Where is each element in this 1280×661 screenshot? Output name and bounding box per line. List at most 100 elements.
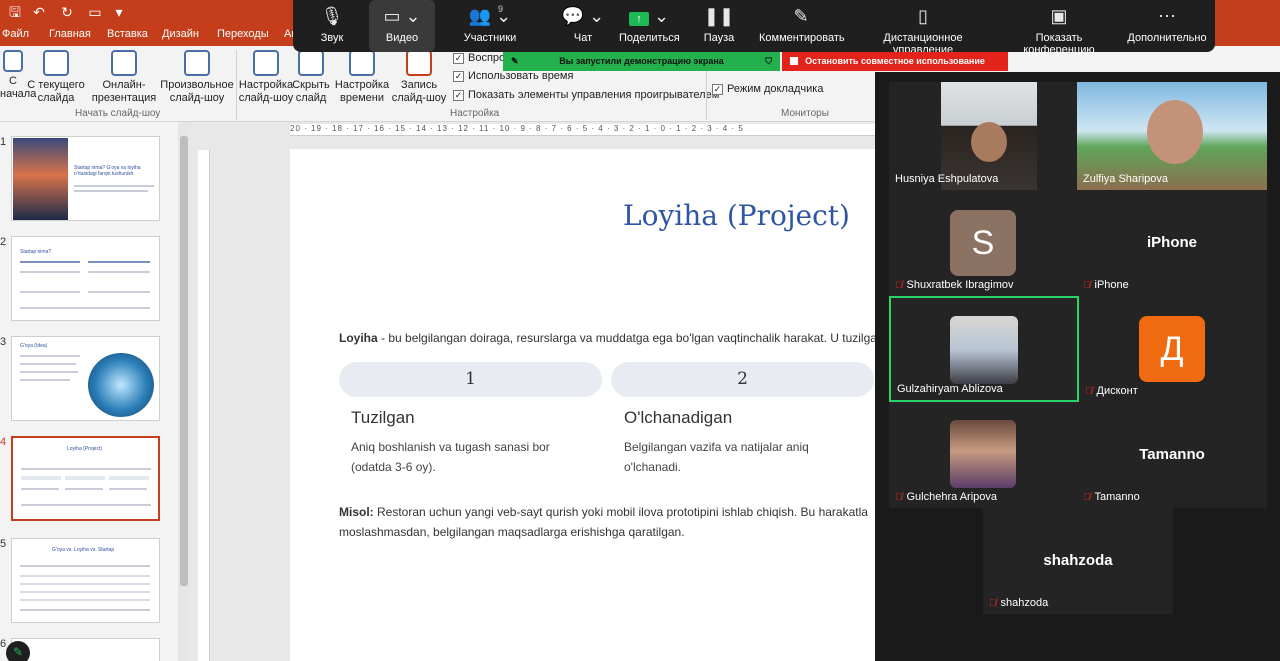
tab-transitions[interactable]: Переходы <box>217 28 269 40</box>
participant-tile[interactable]: Husniya Eshpulatova <box>889 82 1077 190</box>
slide-example-cont[interactable]: moslashmasdan, belgilangan maqsadlarga e… <box>339 525 685 539</box>
setup-show-icon <box>253 50 279 76</box>
thumb-text-line <box>88 261 150 263</box>
current-slide[interactable]: Loyiha (Project) Loyiha - bu belgilangan… <box>290 149 875 661</box>
chat-button[interactable]: 💬 ⌄ Чат <box>555 0 611 52</box>
online-present-button[interactable]: Онлайн- презентация <box>88 50 160 105</box>
participant-tile[interactable]: shahzoda 🎙̸ shahzoda <box>983 508 1173 614</box>
participant-name-text: iPhone <box>1094 279 1129 291</box>
record-icon <box>406 50 432 76</box>
stop-icon <box>790 57 798 65</box>
audio-button[interactable]: 🎙 Звук <box>313 0 351 52</box>
thumb-text-line <box>21 468 151 470</box>
thumbnail-scroll-thumb[interactable] <box>180 136 188 586</box>
presenter-view-checkbox[interactable]: ✓ Режим докладчика <box>712 83 823 95</box>
participant-tile[interactable]: 🎙̸ Gulchehra Aripova <box>889 402 1077 508</box>
slide-thumbnail-5[interactable]: G'oya vs. Loyiha vs. Startap <box>11 538 160 623</box>
more-dots-icon: ⋯ <box>1158 6 1176 26</box>
show-meeting-button[interactable]: ▣ Показать конференцию <box>999 0 1119 56</box>
stop-share-button[interactable]: Остановить совместное использование <box>782 52 1008 71</box>
mic-muted-icon: 🎙̸ <box>895 280 903 291</box>
tab-file[interactable]: Файл <box>2 28 29 40</box>
video-button[interactable]: ▭ ⌄ Видео <box>369 0 435 52</box>
show-media-controls-checkbox[interactable]: ✓ Показать элементы управления проигрыват… <box>453 89 719 101</box>
play-narrations-checkbox[interactable]: ✓ Воспро <box>453 52 505 64</box>
participant-tile-active-speaker[interactable]: Gulzahiryam Ablizova <box>889 296 1079 402</box>
participant-tile[interactable]: S 🎙̸ Shuxratbek Ibragimov <box>889 190 1077 296</box>
annotation-pen-icon[interactable]: ✎ <box>6 641 30 661</box>
thumb-text-line <box>20 261 80 263</box>
undo-icon[interactable]: ↶ <box>30 3 48 21</box>
thumb-text-line <box>21 504 151 506</box>
pause-label: Пауза <box>703 32 735 44</box>
slide-thumbnail-1[interactable]: Startap nima? G'oya va loyiha o'rtasidag… <box>11 136 160 221</box>
custom-show-label: Произвольное слайд-шоу <box>160 79 234 104</box>
hide-slide-button[interactable]: Скрыть слайд <box>292 50 330 105</box>
remote-control-button[interactable]: ▯ Дистанционное управление <box>853 0 993 56</box>
customize-icon[interactable]: ▾ <box>110 3 128 21</box>
rehearse-button[interactable]: Настройка времени <box>334 50 390 105</box>
slide-thumbnail-2[interactable]: Startap nima? <box>11 236 160 321</box>
chat-icon: 💬 ⌄ <box>561 6 605 26</box>
from-start-button[interactable]: С начала <box>0 50 36 101</box>
from-current-label: С текущего слайда <box>27 79 85 104</box>
participant-name: 🎙̸ Gulchehra Aripova <box>895 491 997 503</box>
use-timings-checkbox[interactable]: ✓ Использовать время <box>453 70 573 82</box>
custom-show-icon <box>184 50 210 76</box>
thumb-text-line <box>65 488 103 490</box>
redo-icon[interactable]: ↻ <box>58 3 76 21</box>
tab-insert[interactable]: Вставка <box>107 28 148 40</box>
thumb-text-line <box>88 291 150 293</box>
setup-show-button[interactable]: Настройка слайд-шоу <box>238 50 294 105</box>
thumb-number: 2 <box>0 236 7 248</box>
participant-tile[interactable]: Zulfiya Sharipova <box>1077 82 1267 190</box>
mic-muted-icon: 🎙̸ <box>1083 492 1091 503</box>
more-button[interactable]: ⋯ Дополнительно <box>1127 0 1207 52</box>
participant-tile[interactable]: iPhone 🎙̸ iPhone <box>1077 190 1267 296</box>
participants-count: 9 <box>498 4 504 14</box>
slideshow-current-icon <box>43 50 69 76</box>
participant-tile[interactable]: Tamanno 🎙̸ Tamanno <box>1077 402 1267 508</box>
participants-button[interactable]: 👥 ⌄ Участники <box>453 0 527 52</box>
custom-show-button[interactable]: Произвольное слайд-шоу <box>160 50 234 105</box>
example-text: Restoran uchun yangi veb-sayt qurish yok… <box>373 505 868 519</box>
slide-thumbnail-6[interactable] <box>11 638 160 661</box>
record-button[interactable]: Запись слайд-шоу <box>390 50 448 105</box>
slide-definition[interactable]: Loyiha - bu belgilangan doiraga, resursl… <box>339 331 875 345</box>
setup-show-label: Настройка слайд-шоу <box>238 79 294 104</box>
tab-design[interactable]: Дизайн <box>162 28 199 40</box>
slide-example[interactable]: Misol: Restoran uchun yangi veb-sayt qur… <box>339 505 868 519</box>
thumb-title: Loyiha (Project) <box>67 446 103 452</box>
save-icon[interactable]: 🖫 <box>6 3 24 21</box>
checkbox-box: ✓ <box>453 89 464 101</box>
example-label: Misol: <box>339 505 374 519</box>
thumb-text-line <box>21 488 59 490</box>
share-button[interactable]: ↑ ⌄ Поделиться <box>619 0 680 52</box>
participant-name-text: Tamanno <box>1094 491 1140 503</box>
annotate-label: Комментировать <box>759 32 845 44</box>
pause-icon: ❚❚ <box>703 6 735 26</box>
annotate-button[interactable]: ✎ Комментировать <box>759 0 845 52</box>
slide-title[interactable]: Loyiha (Project) <box>623 199 850 232</box>
participant-face <box>971 122 1007 162</box>
participant-name: 🎙̸ shahzoda <box>989 597 1048 609</box>
thumb-number: 1 <box>0 136 7 148</box>
participants-icon: 👥 ⌄ <box>468 6 512 26</box>
slide-thumbnail-3[interactable]: G'oya (Idea) <box>11 336 160 421</box>
pause-share-button[interactable]: ❚❚ Пауза <box>699 0 739 52</box>
sharing-status-banner: ✎ Вы запустили демонстрацию экрана ⛉ <box>503 52 780 71</box>
thumb-text-line <box>74 190 148 192</box>
column-text-line: (odatda 3-6 oy). <box>351 460 436 474</box>
pin-icon[interactable]: ✎ <box>511 52 519 71</box>
tab-home[interactable]: Главная <box>49 28 91 40</box>
participant-tile[interactable]: Д 🎙̸ Дисконт <box>1079 296 1267 402</box>
participant-name: Zulfiya Sharipova <box>1083 173 1168 185</box>
from-current-button[interactable]: С текущего слайда <box>27 50 85 105</box>
zoom-gallery-view: Husniya Eshpulatova Zulfiya Sharipova S … <box>875 72 1280 661</box>
checkbox-label: Использовать время <box>468 70 574 82</box>
column-text-1: Aniq boshlanish va tugash sanasi bor (od… <box>351 437 550 477</box>
mic-muted-icon: 🎙̸ <box>895 492 903 503</box>
slide-thumbnail-4-selected[interactable]: Loyiha (Project) <box>11 436 160 521</box>
present-icon[interactable]: ▭ <box>86 3 104 21</box>
thumb-text-line <box>74 185 154 187</box>
